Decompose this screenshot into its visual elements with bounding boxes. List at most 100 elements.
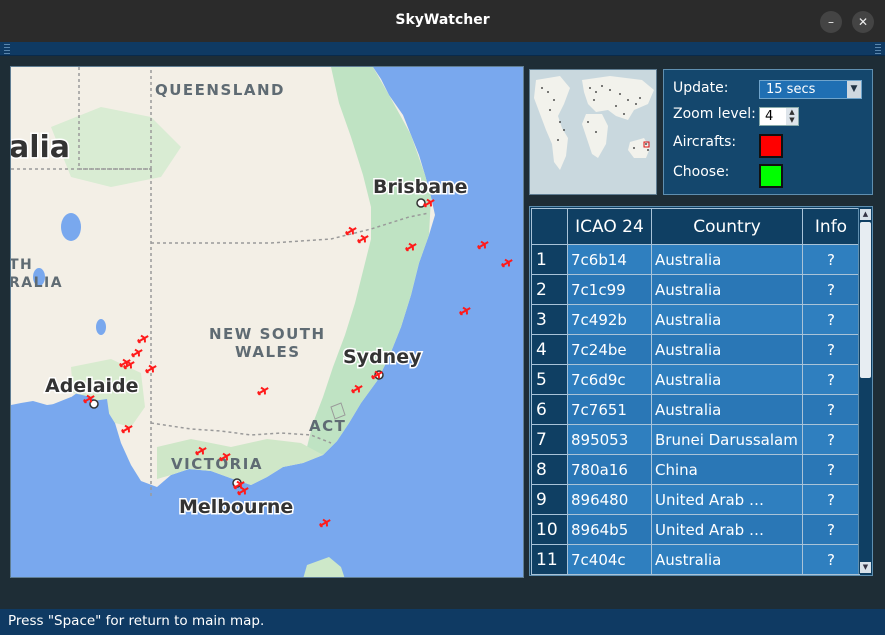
zoom-level-spinbox[interactable]: 4 ▲ ▼	[759, 107, 799, 126]
settings-panel: Update: 15 secs ▼ Zoom level: 4 ▲ ▼ Aircr…	[663, 69, 873, 195]
label-brisbane: Brisbane	[373, 176, 468, 198]
table-row[interactable]: 9 896480 United Arab …?	[531, 484, 860, 515]
table-scrollbar[interactable]: ▲ ▼	[858, 208, 871, 574]
label-south-australia: TH	[11, 257, 33, 273]
zoomed-map[interactable]: QUEENSLAND TH RALIA NEW SOUTH WALES ACT …	[10, 66, 524, 578]
icao-cell: 7c492b	[567, 304, 652, 335]
minimap-aircraft-dot	[559, 121, 561, 123]
info-button[interactable]: ?	[802, 304, 860, 335]
minimap-aircraft-dot	[615, 105, 617, 107]
table-row[interactable]: 3 7c492b Australia?	[531, 304, 860, 335]
table-row[interactable]: 6 7c7651 Australia?	[531, 394, 860, 425]
table-row[interactable]: 1 7c6b14 Australia?	[531, 244, 860, 275]
zoom-level-value: 4	[765, 109, 774, 124]
icao-cell: 896480	[567, 484, 652, 515]
info-button[interactable]: ?	[802, 424, 860, 455]
info-button[interactable]: ?	[802, 514, 860, 545]
map-canvas: QUEENSLAND TH RALIA NEW SOUTH WALES ACT …	[11, 67, 523, 577]
column-header-info[interactable]: Info	[802, 208, 860, 245]
icao-cell: 7c6b14	[567, 244, 652, 275]
minimap-aircraft-dot	[589, 87, 591, 89]
row-index: 8	[531, 454, 568, 485]
minimap-canvas	[530, 70, 656, 194]
chevron-down-icon[interactable]: ▼	[847, 81, 861, 98]
minimap-aircraft-dot	[609, 89, 611, 91]
table-row[interactable]: 10 8964b5 United Arab …?	[531, 514, 860, 545]
country-cell: China	[651, 454, 803, 485]
info-button[interactable]: ?	[802, 454, 860, 485]
country-cell: Australia	[651, 304, 803, 335]
choose-color-swatch[interactable]	[759, 164, 783, 188]
country-cell: Brunei Darussalam	[651, 424, 803, 455]
icao-cell: 7c24be	[567, 334, 652, 365]
table-row[interactable]: 4 7c24be Australia?	[531, 334, 860, 365]
icao-cell: 780a16	[567, 454, 652, 485]
minimap-aircraft-dot	[557, 139, 559, 141]
minimap-aircraft-dot	[547, 91, 549, 93]
country-cell: Australia	[651, 334, 803, 365]
update-interval-value: 15 secs	[766, 82, 816, 97]
label-act: ACT	[309, 417, 346, 435]
world-minimap[interactable]	[529, 69, 657, 195]
minimap-aircraft-dot	[635, 103, 637, 105]
label-adelaide: Adelaide	[45, 375, 139, 397]
scroll-up-icon[interactable]: ▲	[860, 209, 871, 220]
table-row[interactable]: 2 7c1c99 Australia?	[531, 274, 860, 305]
title-bar: SkyWatcher – ✕	[0, 0, 885, 42]
row-index: 4	[531, 334, 568, 365]
icao-cell: 8964b5	[567, 514, 652, 545]
info-button[interactable]: ?	[802, 274, 860, 305]
table-row[interactable]: 5 7c6d9c Australia?	[531, 364, 860, 395]
scrollbar-thumb[interactable]	[860, 222, 871, 378]
scroll-down-icon[interactable]: ▼	[860, 562, 871, 573]
label-melbourne: Melbourne	[179, 496, 293, 518]
info-button[interactable]: ?	[802, 484, 860, 515]
table-row[interactable]: 7 895053 Brunei Darussalam?	[531, 424, 860, 455]
toolbar-grip-left[interactable]	[4, 44, 10, 54]
aircraft-table: ICAO 24 Country Info 1 7c6b14 Australia? 2 7…	[531, 208, 860, 575]
aircraft-color-swatch[interactable]	[759, 134, 783, 158]
row-index: 11	[531, 544, 568, 575]
country-cell: Australia	[651, 544, 803, 575]
country-cell: United Arab …	[651, 514, 803, 545]
icao-cell: 7c6d9c	[567, 364, 652, 395]
update-interval-select[interactable]: 15 secs ▼	[759, 80, 862, 99]
column-header-country[interactable]: Country	[651, 208, 803, 245]
info-button[interactable]: ?	[802, 544, 860, 575]
table-corner[interactable]	[531, 208, 568, 245]
row-index: 2	[531, 274, 568, 305]
label-queensland: QUEENSLAND	[155, 81, 285, 99]
label-south-australia: RALIA	[11, 275, 63, 291]
spin-arrows-icon[interactable]: ▲ ▼	[786, 108, 798, 125]
info-button[interactable]: ?	[802, 334, 860, 365]
aircrafts-color-label: Aircrafts:	[673, 134, 737, 150]
icao-cell: 895053	[567, 424, 652, 455]
info-button[interactable]: ?	[802, 244, 860, 275]
update-label: Update:	[673, 80, 729, 96]
info-button[interactable]: ?	[802, 394, 860, 425]
app-window: SkyWatcher – ✕ QUEENSLAND TH RALIA NEW S…	[0, 0, 885, 635]
toolbar-grip-right[interactable]	[875, 44, 881, 54]
icao-cell: 7c7651	[567, 394, 652, 425]
row-index: 1	[531, 244, 568, 275]
minimap-aircraft-dot	[549, 109, 551, 111]
minimize-button[interactable]: –	[820, 11, 842, 33]
minimap-aircraft-dot	[593, 99, 595, 101]
minimap-aircraft-dot	[627, 99, 629, 101]
table-row[interactable]: 11 7c404c Australia?	[531, 544, 860, 575]
row-index: 5	[531, 364, 568, 395]
info-button[interactable]: ?	[802, 364, 860, 395]
close-button[interactable]: ✕	[852, 11, 874, 33]
minimap-aircraft-dot	[647, 149, 649, 151]
toolbar-strip	[0, 42, 885, 56]
column-header-icao[interactable]: ICAO 24	[567, 208, 652, 245]
row-index: 3	[531, 304, 568, 335]
table-row[interactable]: 8 780a16 China?	[531, 454, 860, 485]
minimap-aircraft-dot	[541, 87, 543, 89]
label-nsw: NEW SOUTH	[209, 325, 326, 343]
country-cell: Australia	[651, 364, 803, 395]
icao-cell: 7c1c99	[567, 274, 652, 305]
country-cell: Australia	[651, 394, 803, 425]
table-header-row: ICAO 24 Country Info	[531, 208, 860, 245]
lake	[61, 213, 81, 241]
